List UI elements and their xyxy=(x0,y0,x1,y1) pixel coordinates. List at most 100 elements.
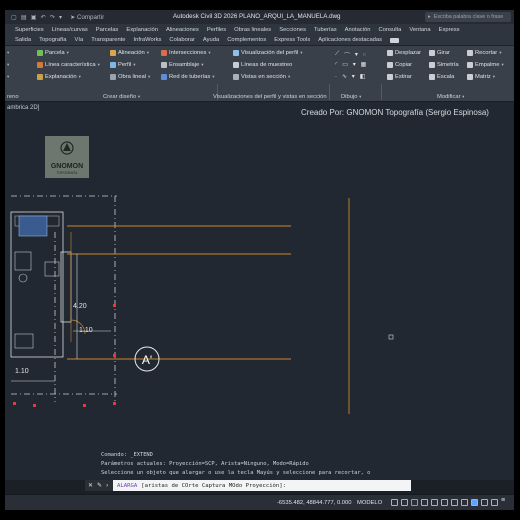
intersecciones-button[interactable]: Intersecciones ▾ xyxy=(161,50,211,56)
group-label-modificar[interactable]: Modificar ▾ xyxy=(437,94,464,100)
otrack-icon[interactable] xyxy=(441,499,448,506)
tab-parcelas[interactable]: Parcelas xyxy=(96,27,119,33)
polar-icon[interactable] xyxy=(421,499,428,506)
search-box[interactable]: ▸ Escriba palabra clave o frase xyxy=(425,12,511,22)
open-file-icon[interactable]: ▤ xyxy=(21,14,27,21)
group-label-reno[interactable]: reno xyxy=(7,94,19,100)
parcela-button[interactable]: Parcela ▾ xyxy=(37,50,69,56)
redo-icon[interactable]: ↷ xyxy=(50,14,55,21)
tab-infraworks[interactable]: InfraWorks xyxy=(134,37,162,43)
command-input[interactable]: [aristas de COrte Captura MOdo Proyecció… xyxy=(141,483,286,489)
region-icon[interactable]: ◧ xyxy=(360,74,365,80)
bathroom-fixture[interactable] xyxy=(14,251,32,271)
tab-explanacion[interactable]: Explanación xyxy=(126,27,158,33)
copiar-button[interactable]: Copiar xyxy=(387,62,412,68)
desplazar-button[interactable]: Desplazar xyxy=(387,50,421,56)
girar-button[interactable]: Girar xyxy=(429,50,450,56)
simetria-button[interactable]: Simetría xyxy=(429,62,459,68)
line-icon[interactable]: ⟋ xyxy=(335,51,339,58)
blue-fixture[interactable] xyxy=(18,215,48,237)
osnap-icon[interactable] xyxy=(431,499,438,506)
tab-perfiles[interactable]: Perfiles xyxy=(207,27,226,33)
toilet-symbol[interactable] xyxy=(18,273,28,283)
save-icon[interactable]: ▣ xyxy=(31,14,37,21)
alineacion-button[interactable]: Alineación ▾ xyxy=(110,50,149,56)
arc-icon[interactable]: ◜ xyxy=(335,62,337,68)
red-marker[interactable] xyxy=(83,404,86,407)
annotation-scale-icon[interactable] xyxy=(471,499,478,506)
dropdown-icon[interactable]: ▾ xyxy=(355,52,358,58)
hatch-icon[interactable]: ▦ xyxy=(361,62,366,68)
tab-lineas-curvas[interactable]: Líneas/curvas xyxy=(52,27,88,33)
red-marker[interactable] xyxy=(113,354,116,357)
drawing-canvas[interactable]: ambrica 2D] Creado Por: GNOMON Topografí… xyxy=(5,102,514,480)
dropdown-icon[interactable]: ▾ xyxy=(59,14,62,21)
ribbon-arrow-3[interactable]: ▾ xyxy=(7,74,9,80)
dropdown-icon[interactable]: ▾ xyxy=(353,62,356,68)
red-marker[interactable] xyxy=(13,402,16,405)
close-icon[interactable]: ✕ xyxy=(88,482,93,489)
red-marker[interactable] xyxy=(33,404,36,407)
matriz-button[interactable]: Matriz ▾ xyxy=(467,74,495,80)
tab-ayuda[interactable]: Ayuda xyxy=(203,37,219,43)
command-line[interactable]: ALARGA [aristas de COrte Captura MOdo Pr… xyxy=(85,480,411,491)
explanacion-button[interactable]: Explanación ▾ xyxy=(37,74,81,80)
group-label-dibujo[interactable]: Dibujo ▾ xyxy=(341,94,361,100)
ribbon-arrow-1[interactable]: ▾ xyxy=(7,50,9,56)
ortho-icon[interactable] xyxy=(411,499,418,506)
ensamblaje-button[interactable]: Ensamblaje ▾ xyxy=(161,62,204,68)
visualizacion-perfil-button[interactable]: Visualización del perfil ▾ xyxy=(233,50,303,56)
tab-salida[interactable]: Salida xyxy=(15,37,31,43)
tab-topografia[interactable]: Topografía xyxy=(39,37,66,43)
fullscreen-icon[interactable] xyxy=(491,499,498,506)
vistas-seccion-button[interactable]: Vistas en sección ▾ xyxy=(233,74,290,80)
empalme-button[interactable]: Empalme ▾ xyxy=(467,62,504,68)
estirar-button[interactable]: Estirar xyxy=(387,74,412,80)
dropdown-icon[interactable]: ▾ xyxy=(352,74,355,80)
search-input[interactable]: Escriba palabra clave o frase xyxy=(434,14,504,20)
tab-express-tools[interactable]: Express Tools xyxy=(274,37,310,43)
new-file-icon[interactable]: ▢ xyxy=(11,14,17,21)
lineweight-icon[interactable] xyxy=(451,499,458,506)
model-space-button[interactable]: MODELO xyxy=(357,500,382,506)
sink-symbol[interactable] xyxy=(44,261,60,277)
wrench-icon[interactable]: ✎ xyxy=(97,482,102,489)
interior-wall[interactable] xyxy=(60,251,72,323)
coordinates-readout[interactable]: -6535.482, 48844.777, 0.000 xyxy=(277,500,351,506)
linea-caracteristica-button[interactable]: Línea característica ▾ xyxy=(37,62,100,68)
workspace-icon[interactable] xyxy=(481,499,488,506)
furniture-block[interactable] xyxy=(14,333,34,349)
menu-icon[interactable]: ≡ xyxy=(501,497,508,504)
lineas-muestreo-button[interactable]: Líneas de muestreo xyxy=(233,62,292,68)
tab-consulta[interactable]: Consulta xyxy=(378,27,401,33)
tab-anotacion[interactable]: Anotación xyxy=(345,27,371,33)
red-marker[interactable] xyxy=(113,304,116,307)
tab-transparente[interactable]: Transparente xyxy=(91,37,125,43)
tab-ventana[interactable]: Ventana xyxy=(409,27,430,33)
tab-overflow-icon[interactable] xyxy=(390,37,400,43)
recortar-button[interactable]: Recortar ▾ xyxy=(467,50,502,56)
obra-lineal-button[interactable]: Obra lineal ▾ xyxy=(110,74,150,80)
polyline-icon[interactable]: ⌒ xyxy=(344,50,350,59)
tab-aplicaciones-destacadas[interactable]: Aplicaciones destacadas xyxy=(318,37,382,43)
grid-icon[interactable] xyxy=(391,499,398,506)
tab-secciones[interactable]: Secciones xyxy=(279,27,306,33)
circle-icon[interactable]: ◌ xyxy=(363,52,366,58)
red-marker[interactable] xyxy=(113,402,116,405)
tab-superficies[interactable]: Superficies xyxy=(15,27,44,33)
tab-via[interactable]: Vía xyxy=(75,37,84,43)
snap-icon[interactable] xyxy=(401,499,408,506)
point-icon[interactable]: · xyxy=(335,74,337,80)
transparency-icon[interactable] xyxy=(461,499,468,506)
tab-tuberias[interactable]: Tuberías xyxy=(314,27,337,33)
spline-icon[interactable]: ∿ xyxy=(342,74,347,80)
red-tuberias-button[interactable]: Red de tuberías ▾ xyxy=(161,74,215,80)
command-prompt-icon[interactable]: › xyxy=(106,483,108,489)
undo-icon[interactable]: ↶ xyxy=(41,14,46,21)
group-label-visualizaciones[interactable]: Visualizaciones del perfil y vistas en s… xyxy=(213,94,327,100)
ribbon-arrow-2[interactable]: ▾ xyxy=(7,62,9,68)
share-button[interactable]: ➤ Compartir xyxy=(70,14,104,21)
tab-express[interactable]: Express xyxy=(439,27,460,33)
tab-complementos[interactable]: Complementos xyxy=(227,37,266,43)
perfil-button[interactable]: Perfil ▾ xyxy=(110,62,135,68)
